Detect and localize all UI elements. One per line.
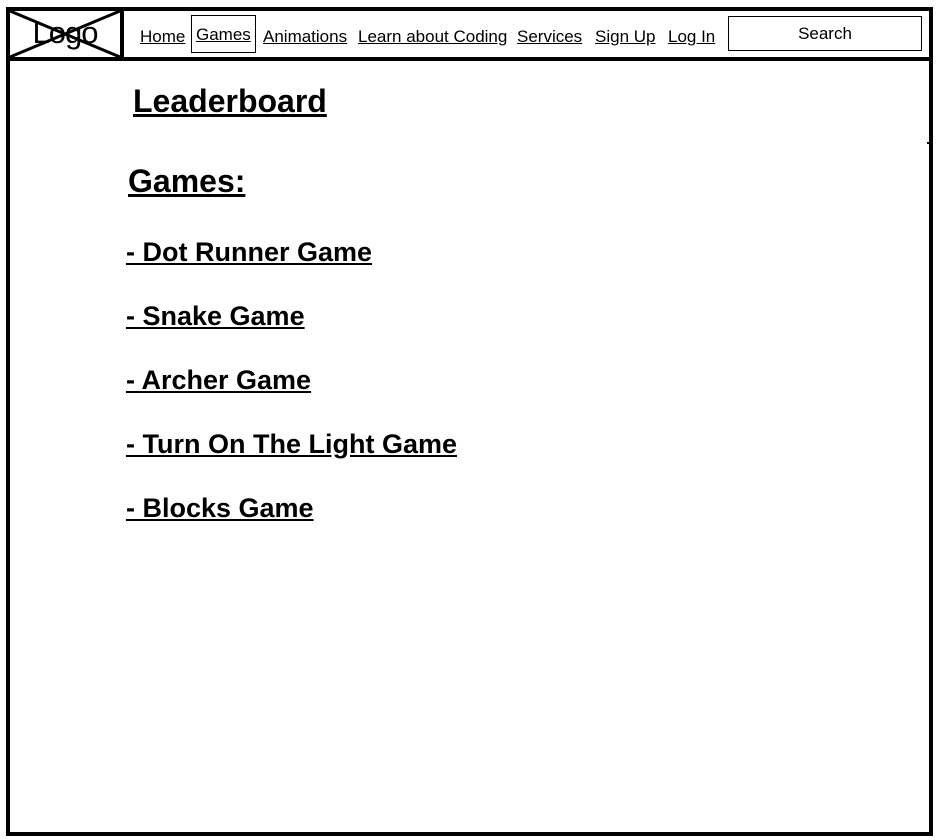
page-title: Leaderboard	[133, 83, 327, 119]
navbar: Logo Home Games Animations Learn about C…	[10, 11, 929, 61]
nav-services[interactable]: Services	[517, 27, 582, 47]
edge-marker	[927, 142, 933, 144]
game-link-archer[interactable]: - Archer Game	[126, 364, 311, 396]
game-link-blocks[interactable]: - Blocks Game	[126, 492, 314, 524]
logo-label: Logo	[32, 15, 99, 50]
nav-animations[interactable]: Animations	[263, 27, 347, 47]
logo-placeholder[interactable]: Logo	[10, 11, 124, 57]
nav-log-in[interactable]: Log In	[668, 27, 715, 47]
nav-home[interactable]: Home	[140, 27, 185, 47]
game-link-snake[interactable]: - Snake Game	[126, 300, 305, 332]
nav-games[interactable]: Games	[191, 15, 256, 53]
search-input[interactable]: Search	[728, 16, 922, 51]
nav-sign-up[interactable]: Sign Up	[595, 27, 655, 47]
games-heading: Games:	[128, 163, 246, 199]
page-frame: Logo Home Games Animations Learn about C…	[6, 7, 933, 836]
nav-learn-about-coding[interactable]: Learn about Coding	[358, 27, 507, 47]
game-link-dot-runner[interactable]: - Dot Runner Game	[126, 236, 372, 268]
game-link-turn-on-the-light[interactable]: - Turn On The Light Game	[126, 428, 457, 460]
